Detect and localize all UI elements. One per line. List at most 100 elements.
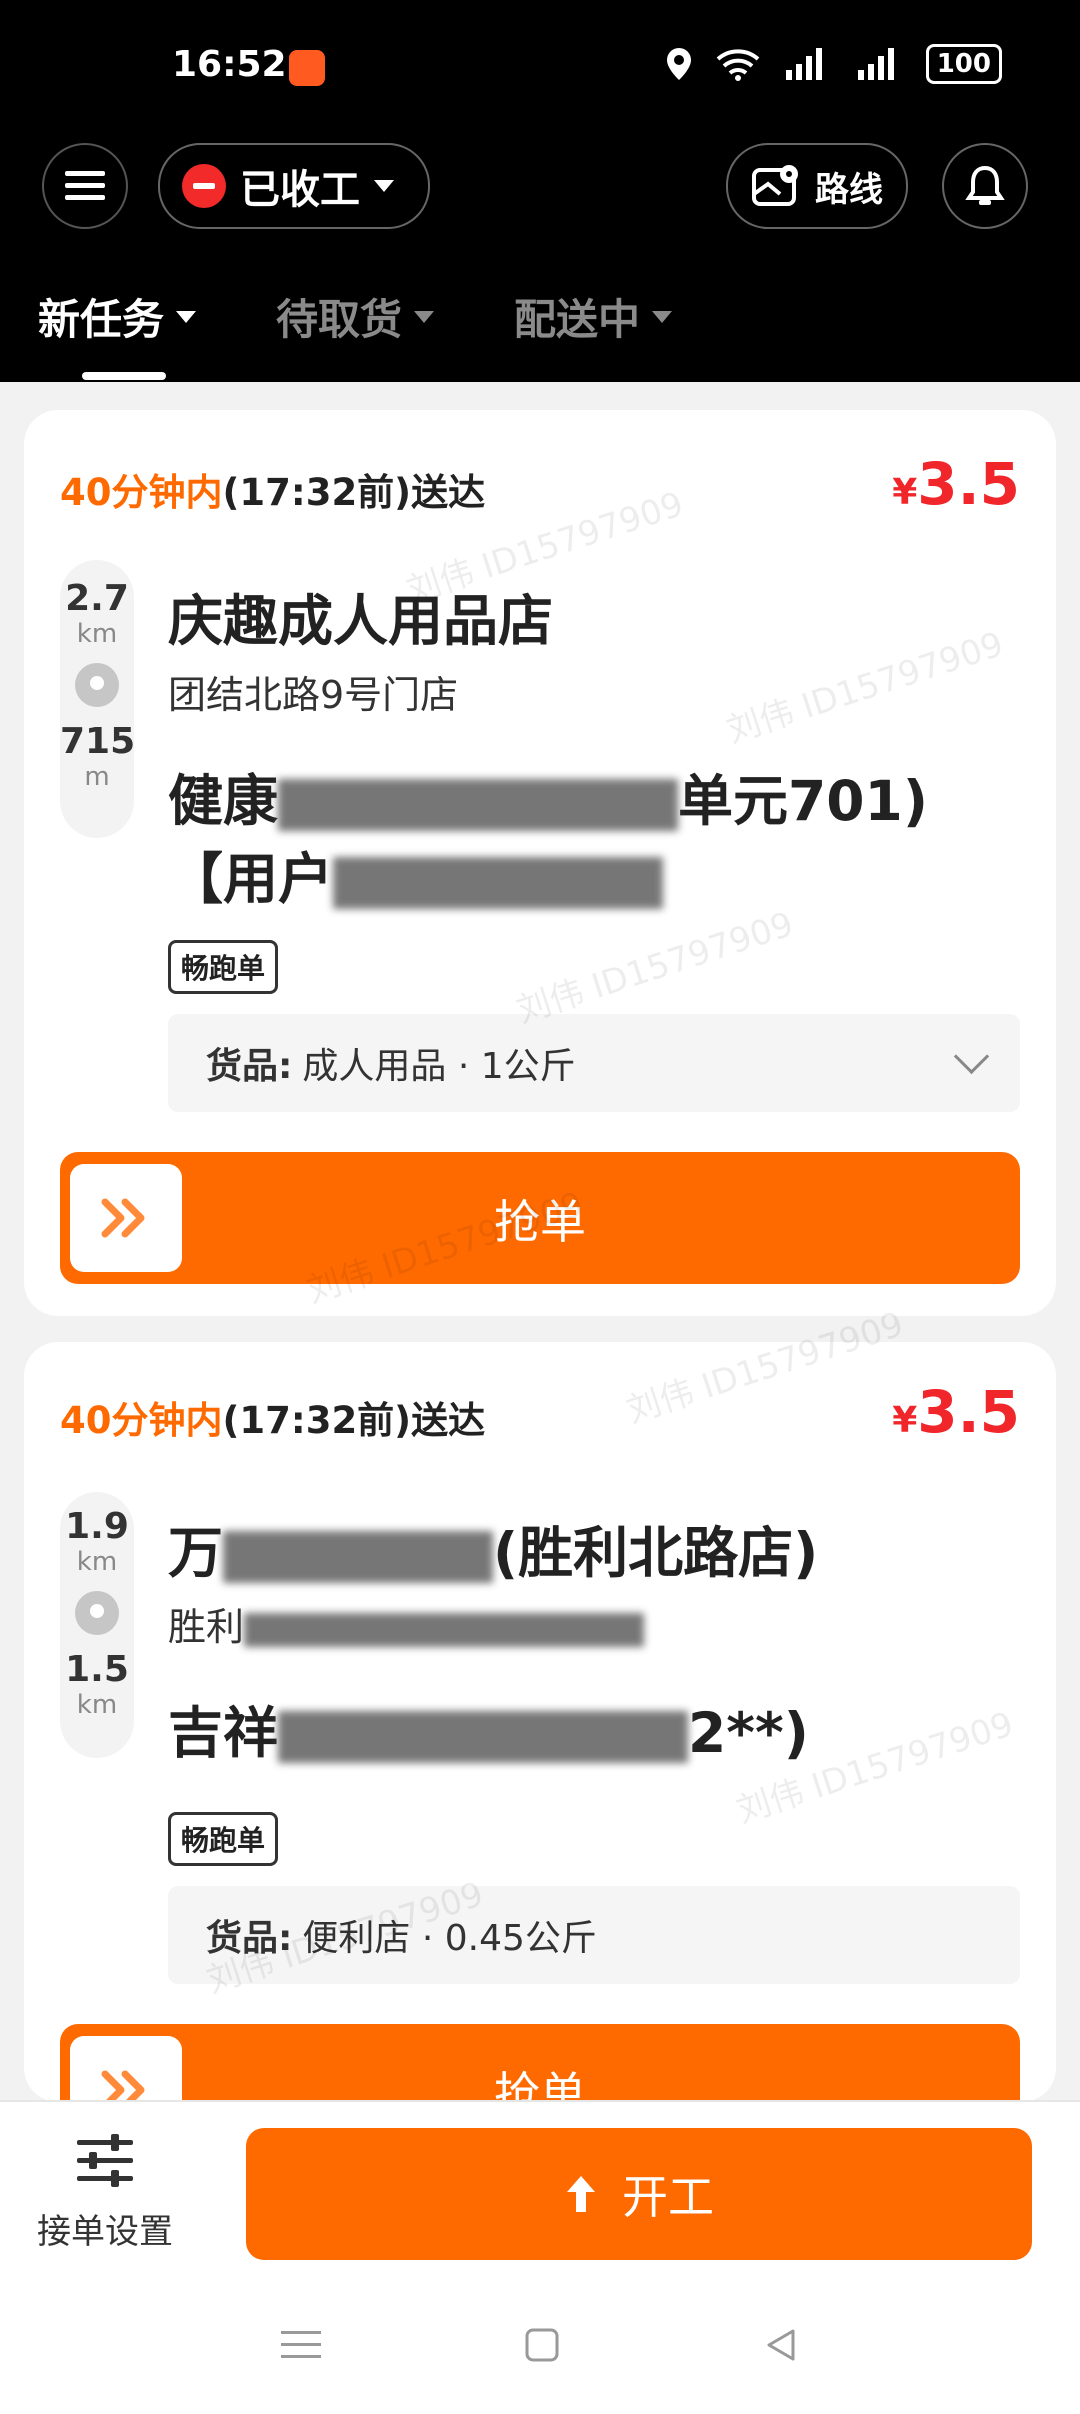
- redacted-text: [223, 1530, 494, 1583]
- recents-icon[interactable]: [281, 2327, 322, 2363]
- distance-indicator: 1.9 km 1.5 km: [60, 1492, 134, 1758]
- pickup-distance-unit: km: [76, 1547, 118, 1577]
- redacted-text: [278, 778, 679, 831]
- dest-suffix: 单元701): [678, 769, 928, 833]
- branch-prefix: 胜利: [168, 1605, 245, 1649]
- status-time: 16:52: [172, 44, 287, 85]
- location-icon: [666, 48, 691, 80]
- hamburger-icon: [65, 171, 105, 200]
- chevron-down-icon: [953, 1038, 990, 1075]
- dest-suffix: 2**): [688, 1701, 809, 1765]
- grab-order-button[interactable]: 抢单: [60, 2024, 1020, 2102]
- goods-row[interactable]: 货品: 成人用品 · 1公斤: [168, 1014, 1020, 1112]
- pickup-distance: 1.9: [65, 1506, 129, 1547]
- order-card[interactable]: 40分钟内(17:32前)送达 ¥3.5 1.9 km 1.5 km 万 (胜利北路店…: [24, 1342, 1056, 2102]
- order-price: ¥3.5: [892, 450, 1020, 518]
- order-price: ¥3.5: [892, 1378, 1020, 1446]
- tab-label: 配送中: [514, 295, 641, 344]
- start-work-button[interactable]: 开工: [246, 2128, 1032, 2260]
- grab-label: 抢单: [494, 2067, 586, 2102]
- goods-value: 便利店 · 0.45公斤: [302, 1918, 597, 1959]
- drop-distance: 1.5: [65, 1649, 129, 1690]
- goods-label: 货品:: [206, 1046, 293, 1087]
- system-navigation: [0, 2327, 1080, 2363]
- destination-address: 吉祥 2**): [168, 1688, 809, 1768]
- chevron-down-icon: [176, 310, 197, 323]
- eta-highlight: 40分钟内: [60, 471, 223, 514]
- order-settings-button[interactable]: 接单设置: [30, 2132, 180, 2253]
- signal-icon-2: [857, 48, 894, 80]
- delivery-eta: 40分钟内(17:32前)送达: [60, 1390, 485, 1444]
- work-status-label: 已收工: [240, 167, 360, 213]
- price-value: 3.5: [917, 1378, 1020, 1446]
- store-prefix: 万: [168, 1521, 224, 1585]
- home-icon[interactable]: [524, 2327, 560, 2363]
- eta-time: (17:32前)送达: [222, 1399, 486, 1442]
- bell-icon: [965, 165, 1005, 205]
- goods-value: 成人用品 · 1公斤: [302, 1046, 576, 1087]
- price-value: 3.5: [917, 450, 1020, 518]
- store-branch: 胜利: [168, 1596, 645, 1651]
- redacted-text: [244, 1612, 645, 1647]
- chevron-down-icon: [414, 310, 435, 323]
- eta-time: (17:32前)送达: [222, 471, 486, 514]
- dest-line2: 【用户: [168, 847, 334, 911]
- goods-label: 货品:: [206, 1918, 293, 1959]
- redacted-text: [278, 1710, 689, 1763]
- order-card[interactable]: 40分钟内(17:32前)送达 ¥3.5 2.7 km 715 m 庆趣成人用品店 …: [24, 410, 1056, 1316]
- destination-line-2: 【用户: [168, 834, 664, 914]
- settings-label: 接单设置: [37, 2212, 173, 2252]
- currency-symbol: ¥: [892, 1400, 918, 1441]
- store-name: 庆趣成人用品店: [168, 589, 554, 653]
- pickup-distance-unit: km: [76, 619, 118, 649]
- order-tag: 畅跑单: [168, 1812, 279, 1866]
- dest-prefix: 健康: [168, 769, 279, 833]
- grab-order-button[interactable]: 抢单: [60, 1152, 1020, 1284]
- tab-label: 新任务: [38, 295, 165, 344]
- tab-new-task[interactable]: 新任务: [38, 286, 197, 347]
- top-bar: 16:52 100 已收工 路线 新任务 待取货 配送中: [0, 0, 1080, 382]
- currency-symbol: ¥: [892, 472, 918, 513]
- notification-button[interactable]: [942, 143, 1028, 229]
- goods-row[interactable]: 货品: 便利店 · 0.45公斤: [168, 1886, 1020, 1984]
- chevron-down-icon: [374, 180, 394, 192]
- signal-icon: [785, 48, 822, 80]
- store-name: 万 (胜利北路店): [168, 1508, 818, 1588]
- sliders-icon: [77, 2134, 133, 2187]
- battery-indicator: 100: [925, 44, 1002, 84]
- upload-arrow-icon: [567, 2176, 595, 2212]
- menu-button[interactable]: [42, 143, 128, 229]
- pickup-distance: 2.7: [65, 578, 129, 619]
- redacted-text: [333, 856, 664, 909]
- status-icons: 100: [664, 44, 1002, 84]
- store-suffix: (胜利北路店): [493, 1521, 819, 1585]
- eta-highlight: 40分钟内: [60, 1399, 223, 1442]
- dest-prefix: 吉祥: [168, 1701, 279, 1765]
- grab-label: 抢单: [494, 1195, 586, 1249]
- location-pin-icon: [75, 663, 119, 707]
- work-status-toggle[interactable]: 已收工: [158, 143, 430, 229]
- location-pin-icon: [75, 1591, 119, 1635]
- order-tag: 畅跑单: [168, 940, 279, 994]
- app-notification-icon: [289, 50, 325, 86]
- route-button[interactable]: 路线: [726, 143, 908, 229]
- bottom-bar: 接单设置 开工: [0, 2100, 1080, 2414]
- tab-label: 待取货: [276, 295, 403, 344]
- route-label: 路线: [815, 169, 883, 210]
- wifi-icon: [716, 49, 760, 81]
- store-branch: 团结北路9号门店: [168, 673, 459, 717]
- map-icon: [752, 165, 798, 206]
- destination-address: 健康 单元701): [168, 756, 928, 836]
- distance-indicator: 2.7 km 715 m: [60, 560, 136, 838]
- active-tab-indicator: [82, 372, 166, 380]
- task-tabs: 新任务 待取货 配送中: [38, 286, 673, 347]
- drop-distance: 715: [60, 721, 136, 762]
- stop-icon: [182, 164, 226, 208]
- tab-pending-pickup[interactable]: 待取货: [276, 286, 435, 347]
- back-icon[interactable]: [763, 2327, 799, 2363]
- chevron-down-icon: [652, 310, 673, 323]
- start-work-label: 开工: [622, 2170, 714, 2224]
- delivery-eta: 40分钟内(17:32前)送达: [60, 462, 485, 516]
- drop-distance-unit: m: [84, 762, 110, 792]
- tab-delivering[interactable]: 配送中: [514, 286, 673, 347]
